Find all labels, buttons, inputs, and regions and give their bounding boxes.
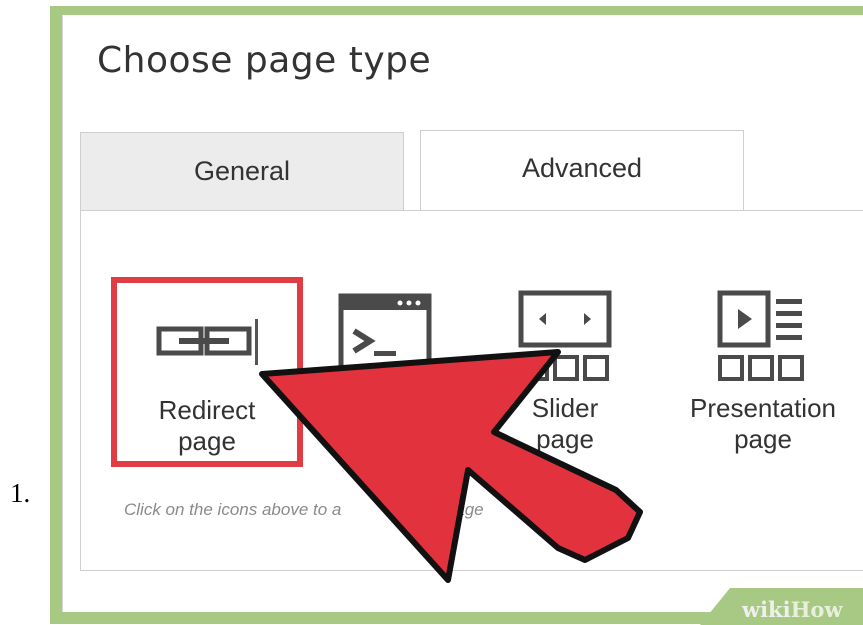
red-pointer-arrow-icon bbox=[259, 349, 643, 583]
